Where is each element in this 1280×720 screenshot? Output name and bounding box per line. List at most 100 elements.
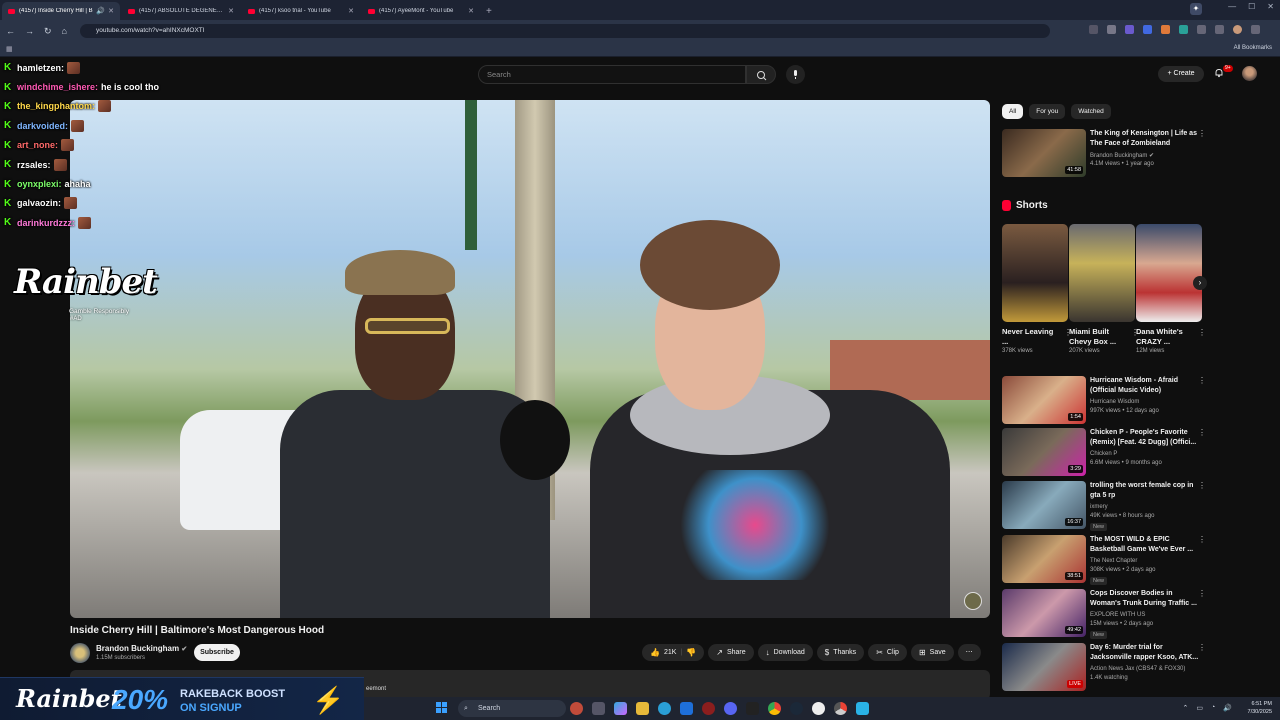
apps-icon[interactable]: ▦ <box>6 45 13 53</box>
video-thumbnail[interactable]: 49:42 <box>1002 589 1086 637</box>
video-thumbnail[interactable]: LIVE <box>1002 643 1086 691</box>
more-vertical-icon[interactable]: ⋮ <box>1198 328 1206 337</box>
cast-icon[interactable] <box>1089 25 1098 34</box>
all-bookmarks-button[interactable]: All Bookmarks <box>1234 45 1272 51</box>
chat-username[interactable]: rzsales: <box>17 160 51 170</box>
close-tab-icon[interactable]: ✕ <box>348 7 354 15</box>
minimize-icon[interactable]: — <box>1228 2 1236 11</box>
thanks-button[interactable]: $ Thanks <box>816 644 865 661</box>
split-view-icon[interactable] <box>1215 25 1224 34</box>
voice-search-button[interactable] <box>786 65 805 84</box>
windows-start-icon[interactable] <box>436 702 448 714</box>
chat-username[interactable]: galvaozin: <box>17 198 61 208</box>
more-actions-button[interactable]: ⋯ <box>957 644 981 661</box>
chat-username[interactable]: oynxplexi: <box>17 179 62 189</box>
close-tab-icon[interactable]: ✕ <box>108 7 114 15</box>
forward-icon[interactable]: → <box>25 26 34 36</box>
extension-4-icon[interactable] <box>1179 25 1188 34</box>
more-vertical-icon[interactable]: ⋮ <box>1198 376 1206 385</box>
tab-absolute-degenerate[interactable]: (4157) ABSOLUTE DEGENERATE ✕ <box>122 2 240 20</box>
task-view-icon[interactable] <box>592 702 605 715</box>
extension-1-icon[interactable] <box>1125 25 1134 34</box>
edge-icon[interactable] <box>658 702 671 715</box>
more-vertical-icon[interactable]: ⋮ <box>1198 481 1206 490</box>
channel-name[interactable]: Brandon Buckingham ✔ <box>96 644 187 653</box>
search-input[interactable]: Search <box>478 65 746 84</box>
star-icon[interactable] <box>1107 25 1116 34</box>
short-thumbnail[interactable] <box>1136 224 1202 322</box>
video-thumbnail[interactable]: 16:37 <box>1002 481 1086 529</box>
close-window-icon[interactable]: ✕ <box>1267 2 1274 11</box>
short-thumbnail[interactable] <box>1069 224 1135 322</box>
github-icon[interactable] <box>812 702 825 715</box>
extension-2-icon[interactable] <box>1143 25 1152 34</box>
tab-ksoo-trial[interactable]: (4157) ksoo trial - YouTube ✕ <box>242 2 360 20</box>
copilot-icon[interactable]: ✦ <box>1190 3 1202 15</box>
recommended-video[interactable]: 3:29 Chicken P - People's Favorite (Remix… <box>1002 428 1207 478</box>
chip-all[interactable]: All <box>1002 104 1024 119</box>
app-3-icon[interactable] <box>856 702 869 715</box>
search-button[interactable] <box>746 65 776 84</box>
chrome-dev-icon[interactable] <box>834 702 847 715</box>
taskbar-search[interactable]: ⌕ Search <box>458 700 566 717</box>
more-vertical-icon[interactable]: ⋮ <box>1198 129 1206 138</box>
tab-ayeemont[interactable]: (4157) AyeeMont - YouTube ✕ <box>362 2 480 20</box>
widgets-icon[interactable] <box>570 702 583 715</box>
recommended-video[interactable]: LIVE Day 6: Murder trial for Jacksonville… <box>1002 643 1207 693</box>
chrome-icon[interactable] <box>768 702 781 715</box>
chat-username[interactable]: darkvoided: <box>17 121 68 131</box>
more-vertical-icon[interactable]: ⋮ <box>1198 589 1206 598</box>
clock[interactable]: 6:51 PM 7/30/2025 <box>1248 700 1272 716</box>
wifi-icon[interactable]: ◔ <box>1211 704 1215 712</box>
volume-icon[interactable]: 🔊 <box>1223 704 1232 712</box>
speaker-icon[interactable]: 🔊 <box>96 7 105 15</box>
chat-username[interactable]: windchime_ishere: <box>17 82 98 92</box>
discord-icon[interactable] <box>724 702 737 715</box>
create-button[interactable]: + Create <box>1158 66 1204 82</box>
reload-icon[interactable]: ↻ <box>44 26 52 37</box>
clip-button[interactable]: ✂ Clip <box>868 644 907 661</box>
chat-username[interactable]: darinkurdzzz: <box>17 218 75 228</box>
video-thumbnail[interactable]: 1:54 <box>1002 376 1086 424</box>
video-thumbnail[interactable]: 41:58 <box>1002 129 1086 177</box>
recommended-video[interactable]: 38:51 The MOST WILD & EPIC Basketball Gam… <box>1002 535 1207 585</box>
new-tab-icon[interactable]: + <box>486 6 492 17</box>
app-1-icon[interactable] <box>702 702 715 715</box>
short-thumbnail[interactable] <box>1002 224 1068 322</box>
chat-username[interactable]: art_none: <box>17 140 58 150</box>
like-button[interactable]: 👍 21K | 👎 <box>642 644 705 661</box>
more-vertical-icon[interactable]: ⋮ <box>1198 535 1206 544</box>
copilot-app-icon[interactable] <box>614 702 627 715</box>
video-thumbnail[interactable]: 3:29 <box>1002 428 1086 476</box>
network-icon[interactable]: ▭ <box>1196 704 1203 712</box>
home-icon[interactable]: ⌂ <box>62 26 67 36</box>
maximize-icon[interactable]: ☐ <box>1248 2 1255 11</box>
download-button[interactable]: ↓ Download <box>757 644 813 661</box>
more-vertical-icon[interactable]: ⋮ <box>1198 643 1206 652</box>
shorts-next-button[interactable]: › <box>1193 276 1207 290</box>
short-item[interactable]: Miami Built Chevy Box ... 207K views ⋮ <box>1069 224 1139 354</box>
url-field[interactable]: youtube.com/watch?v=ahINXcMOXTI <box>80 24 1050 38</box>
channel-watermark[interactable] <box>964 592 982 610</box>
share-button[interactable]: ↗ Share <box>708 644 754 661</box>
chip-watched[interactable]: Watched <box>1071 104 1111 119</box>
tab-inside-cherry-hill[interactable]: (4157) Inside Cherry Hill | B 🔊 ✕ <box>2 2 120 20</box>
recommended-video[interactable]: 16:37 trolling the worst female cop in gt… <box>1002 481 1207 531</box>
channel-avatar[interactable] <box>70 643 90 663</box>
short-item[interactable]: Dana White's CRAZY ... 12M views ⋮ <box>1136 224 1206 354</box>
more-vertical-icon[interactable]: ⋮ <box>1198 428 1206 437</box>
steam-icon[interactable] <box>790 702 803 715</box>
save-button[interactable]: ⊞ Save <box>910 644 954 661</box>
extensions-icon[interactable] <box>1197 25 1206 34</box>
recommended-video[interactable]: 49:42 Cops Discover Bodies in Woman's Tru… <box>1002 589 1207 639</box>
chat-username[interactable]: hamletzen: <box>17 63 64 73</box>
chat-username[interactable]: the_kingphantom: <box>17 101 95 111</box>
profile-icon[interactable] <box>1233 25 1242 34</box>
outlook-icon[interactable] <box>680 702 693 715</box>
menu-icon[interactable] <box>1251 25 1260 34</box>
extension-3-icon[interactable] <box>1161 25 1170 34</box>
thumbs-down-icon[interactable]: 👎 <box>686 644 696 661</box>
close-tab-icon[interactable]: ✕ <box>228 7 234 15</box>
recommended-video[interactable]: 41:58 The King of Kensington | Life as T… <box>1002 129 1207 179</box>
chip-for-you[interactable]: For you <box>1029 104 1066 119</box>
